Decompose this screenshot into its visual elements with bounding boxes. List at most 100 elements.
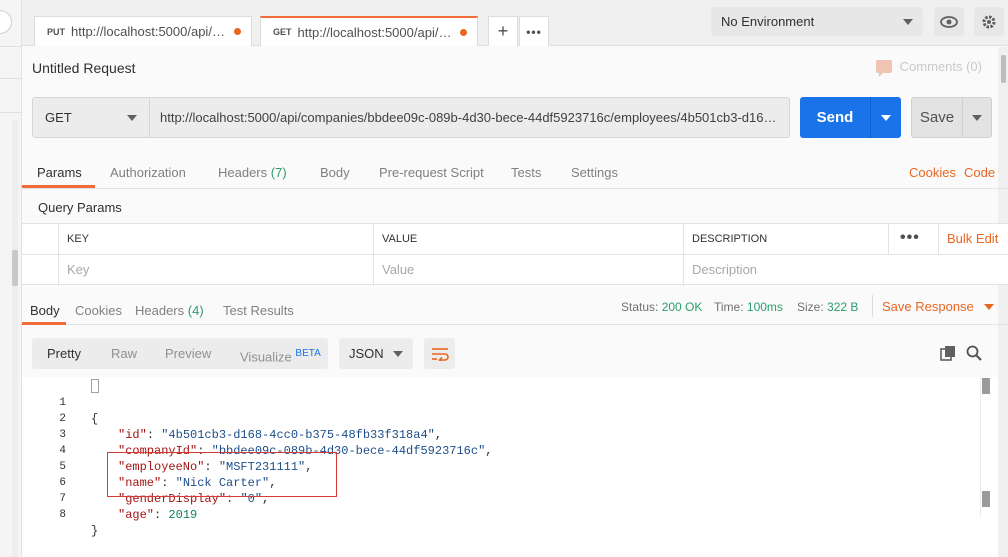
method-select[interactable]: GET	[32, 97, 150, 138]
code-link[interactable]: Code	[964, 165, 995, 180]
view-raw-button[interactable]: Raw	[111, 338, 137, 369]
code-line: 2 "id": "4b501cb3-d168-4cc0-b375-48fb33f…	[22, 395, 442, 442]
send-options-button[interactable]	[870, 97, 901, 138]
tab-more-button[interactable]: •••	[519, 16, 549, 46]
bracket-match-highlight	[91, 379, 99, 393]
copy-button[interactable]	[938, 343, 958, 363]
unsaved-dot-icon	[234, 28, 241, 35]
tab-url: http://localhost:5000/api/comp...	[297, 24, 456, 40]
param-value-input[interactable]: Value	[373, 255, 683, 286]
wrap-lines-icon	[431, 347, 449, 361]
plus-icon: +	[497, 21, 509, 41]
main-scrollbar-thumb[interactable]	[1001, 55, 1006, 83]
divider	[872, 295, 873, 317]
beta-badge: BETA	[295, 348, 321, 359]
time-value: 100ms	[746, 300, 783, 314]
sidebar-search-circle[interactable]	[0, 10, 12, 34]
response-tab-cookies[interactable]: Cookies	[75, 303, 122, 318]
eye-icon	[940, 15, 958, 28]
add-tab-button[interactable]: +	[488, 16, 518, 46]
sidebar-divider	[0, 78, 22, 79]
save-response-label: Save Response	[882, 299, 974, 314]
chevron-down-icon	[127, 114, 137, 121]
editor-scrollbar-thumb[interactable]	[982, 491, 990, 507]
code-line: 8 }	[22, 491, 98, 538]
environment-selected: No Environment	[721, 14, 815, 29]
sidebar-scrollbar-track[interactable]	[12, 120, 18, 557]
code-line: 4 "employeeNo": "MSFT231111",	[22, 427, 312, 474]
status-value: 200 OK	[661, 300, 703, 314]
response-format-select[interactable]: JSON	[339, 338, 413, 369]
annotation-highlight-box	[107, 452, 337, 497]
request-title-row: Untitled Request Comments (0)	[22, 47, 1008, 87]
request-tab-get[interactable]: GET http://localhost:5000/api/comp...	[260, 16, 478, 46]
view-preview-button[interactable]: Preview	[165, 338, 211, 369]
json-key: "age"	[118, 508, 155, 522]
request-title[interactable]: Untitled Request	[32, 60, 136, 76]
gear-icon	[982, 15, 996, 28]
environment-quick-look-button[interactable]	[934, 7, 964, 36]
comments-label: Comments (0)	[899, 59, 982, 74]
tab-authorization[interactable]: Authorization	[110, 165, 186, 180]
json-comma: ,	[434, 428, 443, 442]
tab-headers[interactable]: Headers (7)	[218, 165, 287, 180]
response-tab-test-results[interactable]: Test Results	[223, 303, 294, 318]
sidebar-divider	[0, 46, 22, 47]
save-response-button[interactable]: Save Response	[882, 299, 994, 314]
column-header-key: KEY	[58, 224, 373, 255]
tab-params[interactable]: Params	[37, 165, 82, 180]
tab-settings[interactable]: Settings	[571, 165, 618, 180]
comments-button[interactable]: Comments (0)	[875, 59, 982, 77]
tab-prerequest-script[interactable]: Pre-request Script	[379, 165, 484, 180]
tab-tests[interactable]: Tests	[511, 165, 541, 180]
param-description-input[interactable]: Description	[683, 255, 1008, 286]
cookies-link[interactable]: Cookies	[909, 165, 956, 180]
tab-url: http://localhost:5000/api/comp...	[71, 24, 230, 39]
format-value: JSON	[349, 346, 384, 361]
bulk-edit-link[interactable]: Bulk Edit	[938, 224, 998, 254]
chevron-down-icon	[983, 303, 994, 310]
response-tab-body[interactable]: Body	[30, 303, 60, 318]
environment-select[interactable]: No Environment	[711, 7, 923, 36]
column-header-description: DESCRIPTION	[683, 224, 888, 255]
code-line: 3 "companyId": "bbdee09c-089b-4d30-bece-…	[22, 411, 492, 458]
url-input[interactable]: http://localhost:5000/api/companies/bbde…	[150, 97, 790, 138]
response-status: Status: 200 OK	[621, 300, 702, 314]
request-config-tabs: Params Authorization Headers (7) Body Pr…	[22, 153, 1008, 189]
manage-environments-button[interactable]	[974, 7, 1004, 36]
response-size: Size: 322 B	[797, 300, 858, 314]
json-value: 2019	[168, 508, 198, 522]
table-more-button[interactable]: •••	[900, 224, 920, 254]
request-tab-put[interactable]: PUT http://localhost:5000/api/comp...	[34, 16, 252, 46]
wrap-lines-button[interactable]	[424, 338, 455, 369]
editor-scrollbar-thumb[interactable]	[982, 378, 990, 394]
copy-icon	[940, 346, 955, 361]
save-button[interactable]: Save	[911, 97, 963, 138]
line-number: 8	[59, 509, 66, 521]
view-pretty-button[interactable]: Pretty	[47, 338, 81, 369]
code-line: 7 "age": 2019	[22, 475, 197, 522]
tab-body[interactable]: Body	[320, 165, 350, 180]
view-visualize-button[interactable]: Visualize BETA	[240, 338, 321, 369]
chevron-down-icon	[903, 18, 913, 25]
query-params-table: KEY VALUE DESCRIPTION ••• Bulk Edit Key …	[22, 223, 1008, 286]
time-label: Time:	[714, 300, 744, 314]
search-button[interactable]	[964, 343, 984, 363]
table-header-row: KEY VALUE DESCRIPTION ••• Bulk Edit	[22, 224, 1008, 255]
save-options-button[interactable]	[963, 97, 992, 138]
code-open-brace: {	[91, 412, 99, 426]
send-button[interactable]: Send	[800, 97, 870, 138]
response-tab-headers-label: Headers	[135, 303, 185, 318]
sidebar-scrollbar-thumb[interactable]	[12, 250, 18, 286]
active-tab-indicator	[22, 185, 95, 188]
param-key-input[interactable]: Key	[58, 255, 373, 286]
method-value: GET	[45, 110, 72, 125]
ellipsis-icon: •••	[526, 24, 542, 39]
code-line: 1 {	[22, 379, 98, 426]
size-value: 322 B	[827, 300, 859, 314]
code-close-brace: }	[91, 524, 99, 538]
json-value: "4b501cb3-d168-4cc0-b375-48fb33f318a4"	[161, 428, 435, 442]
response-time: Time: 100ms	[714, 300, 783, 314]
response-tabs: Body Cookies Headers (4) Test Results St…	[22, 295, 1008, 325]
response-tab-headers[interactable]: Headers (4)	[135, 303, 204, 318]
